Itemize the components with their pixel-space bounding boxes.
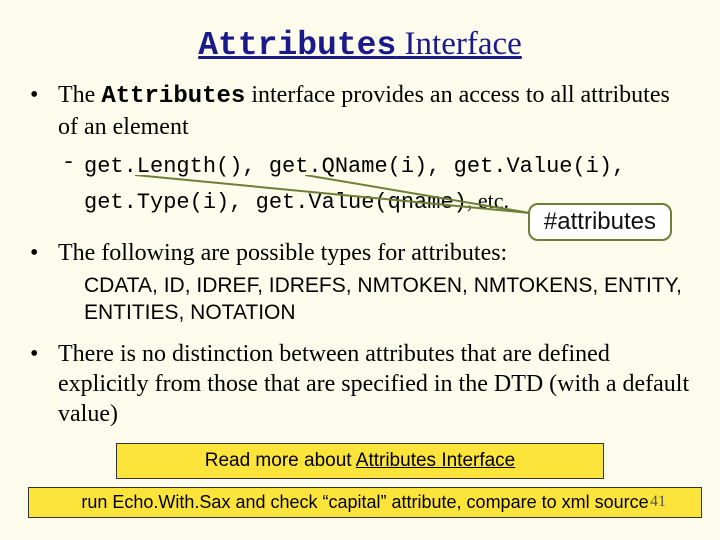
bullet-dot: • bbox=[28, 80, 58, 110]
bullet-1-pre: The bbox=[58, 82, 101, 108]
methods-line1: get.Length(), get.QName(i), get.Value(i)… bbox=[84, 154, 625, 179]
read-more-pre: Read more about bbox=[205, 450, 356, 471]
attribute-types: CDATA, ID, IDREF, IDREFS, NMTOKEN, NMTOK… bbox=[84, 272, 692, 327]
sub-dash: - bbox=[62, 150, 84, 175]
bullet-1-kw: Attributes bbox=[101, 83, 245, 110]
run-instruction-text: run Echo.With.Sax and check “capital” at… bbox=[81, 492, 648, 512]
read-more-box: Read more about Attributes Interface bbox=[116, 443, 604, 479]
bullet-2: • The following are possible types for a… bbox=[28, 238, 692, 268]
read-more-link[interactable]: Attributes Interface bbox=[356, 450, 515, 471]
bullet-dot: • bbox=[28, 238, 58, 268]
bullet-2-content: The following are possible types for att… bbox=[58, 238, 692, 268]
bullet-3: • There is no distinction between attrib… bbox=[28, 339, 692, 429]
callout-attributes: #attributes bbox=[528, 203, 672, 241]
methods-line2-tail: , etc. bbox=[467, 188, 509, 213]
run-instruction-box: run Echo.With.Sax and check “capital” at… bbox=[28, 487, 702, 518]
bullet-1: • The Attributes interface provides an a… bbox=[28, 80, 692, 142]
title-keyword: Attributes bbox=[198, 27, 396, 64]
methods-line2-code: get.Type(i), get.Value(qname) bbox=[84, 190, 467, 215]
page-title: Attributes Interface bbox=[28, 26, 692, 64]
slide: Attributes Interface • The Attributes in… bbox=[0, 0, 720, 540]
callout-text: #attributes bbox=[544, 208, 656, 235]
bullet-3-content: There is no distinction between attribut… bbox=[58, 339, 692, 429]
bullet-1-content: The Attributes interface provides an acc… bbox=[58, 80, 692, 142]
title-plain: Interface bbox=[396, 26, 521, 62]
bullet-dot: • bbox=[28, 339, 58, 369]
page-number: 41 bbox=[650, 493, 666, 511]
